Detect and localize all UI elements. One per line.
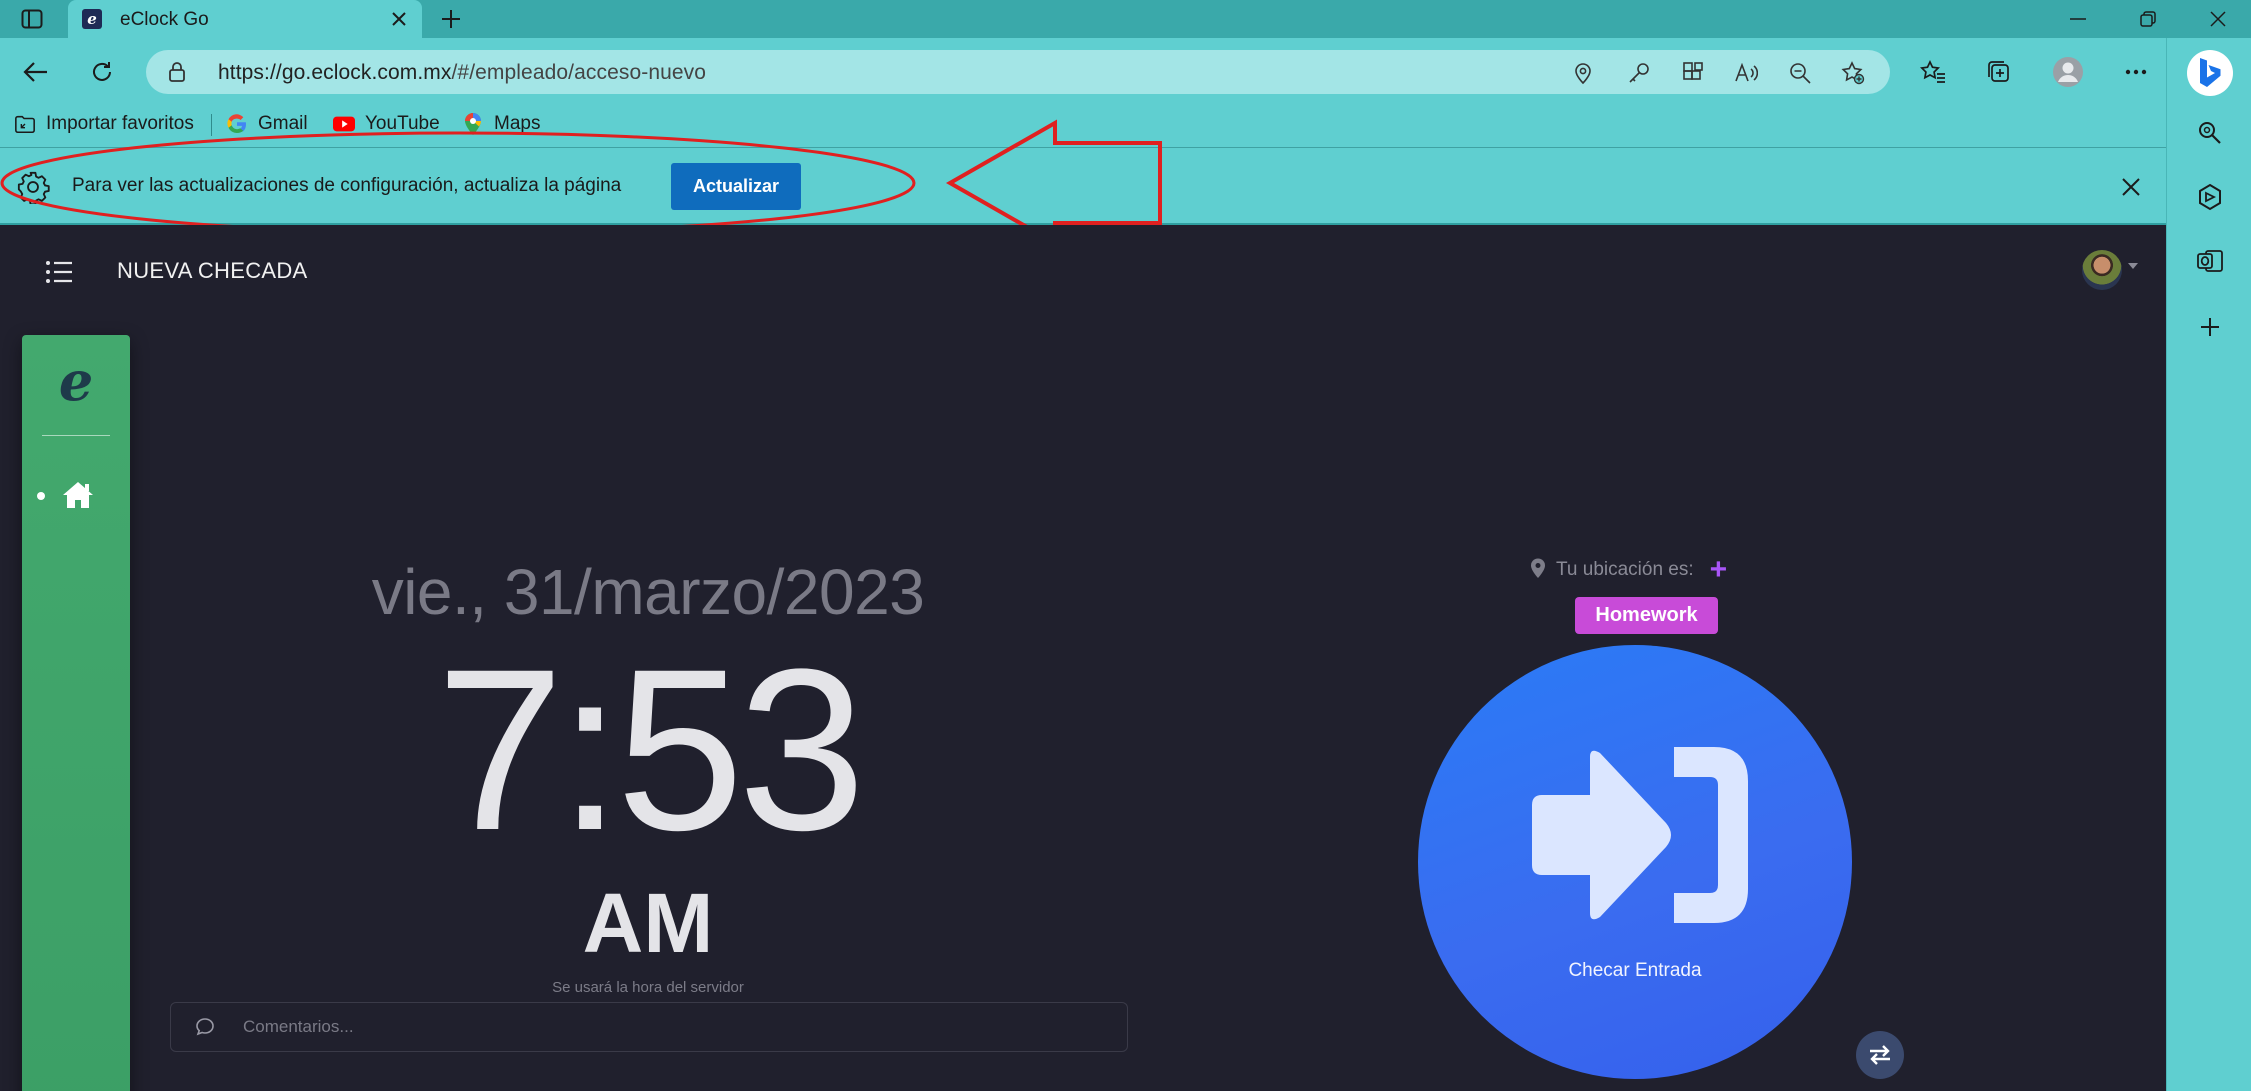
location-badge[interactable]: Homework: [1575, 597, 1718, 634]
back-arrow-icon[interactable]: [16, 52, 56, 92]
search-icon[interactable]: [2193, 116, 2227, 150]
comment-icon: [195, 1017, 215, 1042]
app-available-icon[interactable]: [1680, 60, 1706, 86]
sign-in-icon: [1532, 747, 1748, 923]
add-favorite-icon[interactable]: [1840, 60, 1866, 86]
location-label: Tu ubicación es:: [1556, 559, 1694, 580]
check-in-label: Checar Entrada: [1568, 960, 1702, 981]
bookmarks-bar: Importar favoritos Gmail YouTube Maps: [0, 104, 2166, 144]
check-in-button[interactable]: Checar Entrada: [1418, 645, 1852, 1079]
refresh-page-button[interactable]: Actualizar: [671, 163, 801, 210]
bookmark-gmail[interactable]: Gmail: [226, 108, 308, 140]
bookmark-separator: [211, 114, 212, 136]
bookmark-maps[interactable]: Maps: [462, 108, 540, 140]
url-host: https://go.eclock.com.mx: [218, 61, 452, 84]
password-key-icon[interactable]: [1626, 60, 1652, 86]
eclock-favicon-icon: e: [82, 9, 102, 29]
bookmark-youtube[interactable]: YouTube: [333, 108, 440, 140]
maps-icon: [462, 113, 484, 135]
sidebar-divider: [42, 435, 110, 436]
restore-icon[interactable]: [2126, 4, 2170, 34]
tab-close-icon[interactable]: [388, 8, 410, 30]
tab-eclock-go[interactable]: e eClock Go: [68, 0, 422, 38]
active-indicator-dot: [37, 492, 45, 500]
comments-input[interactable]: [243, 1011, 1103, 1043]
bookmark-label: Maps: [494, 113, 541, 134]
map-pin-icon: [1530, 557, 1546, 584]
location-permission-icon[interactable]: [1570, 60, 1596, 86]
gear-icon: [16, 170, 50, 209]
menu-list-icon[interactable]: [42, 255, 76, 289]
page-title: NUEVA CHECADA: [117, 258, 308, 283]
profile-avatar-icon[interactable]: [2048, 52, 2088, 92]
tab-actions-icon[interactable]: [14, 6, 50, 32]
server-time-note: Se usará la hora del servidor: [552, 979, 744, 996]
comments-field[interactable]: [170, 1002, 1128, 1052]
window-close-icon[interactable]: [2196, 4, 2240, 34]
app-sidebar: e: [22, 335, 130, 1091]
google-icon: [226, 113, 248, 135]
current-date: vie., 31/marzo/2023: [371, 556, 925, 628]
discover-icon[interactable]: [2193, 180, 2227, 214]
chevron-down-icon[interactable]: [2128, 263, 2138, 269]
location-row: Tu ubicación es: +: [1530, 555, 1727, 585]
bookmark-label: Importar favoritos: [46, 113, 194, 134]
outlook-icon[interactable]: [2193, 244, 2227, 278]
bookmark-label: Gmail: [258, 113, 308, 134]
close-notification-icon[interactable]: [2116, 172, 2146, 202]
new-tab-icon[interactable]: [436, 4, 466, 34]
add-location-button[interactable]: +: [1710, 555, 1728, 585]
more-options-icon[interactable]: [2116, 52, 2156, 92]
web-page: NUEVA CHECADA e vie., 31/marzo/2023 7:53…: [0, 225, 2166, 1091]
bookmark-import-favorites[interactable]: Importar favoritos: [14, 108, 194, 140]
minimize-icon[interactable]: [2056, 4, 2100, 34]
address-bar[interactable]: https://go.eclock.com.mx/#/empleado/acce…: [146, 50, 1890, 94]
collections-icon[interactable]: [1979, 52, 2019, 92]
import-favorites-icon: [14, 113, 36, 135]
bookmark-label: YouTube: [365, 113, 440, 134]
read-aloud-icon[interactable]: [1733, 60, 1759, 86]
browser-toolbar: https://go.eclock.com.mx/#/empleado/acce…: [0, 38, 2251, 104]
am-pm-indicator: AM: [582, 876, 714, 970]
add-sidebar-app-icon[interactable]: [2193, 310, 2227, 344]
url-text[interactable]: https://go.eclock.com.mx/#/empleado/acce…: [218, 61, 706, 85]
url-path: /#/empleado/acceso-nuevo: [451, 61, 707, 84]
zoom-out-icon[interactable]: [1787, 60, 1813, 86]
bing-copilot-icon[interactable]: [2187, 50, 2233, 96]
user-avatar[interactable]: [2082, 250, 2122, 290]
edge-sidebar: [2166, 38, 2251, 1091]
swap-arrows-icon[interactable]: [1856, 1031, 1904, 1079]
tab-strip: e eClock Go: [0, 0, 2251, 38]
notification-message: Para ver las actualizaciones de configur…: [72, 175, 622, 196]
eclock-logo[interactable]: e: [22, 353, 130, 409]
refresh-notification-bar: Para ver las actualizaciones de configur…: [0, 147, 2166, 225]
refresh-icon[interactable]: [82, 52, 122, 92]
home-icon[interactable]: [60, 478, 96, 512]
favorites-icon[interactable]: [1913, 52, 1953, 92]
tab-title: eClock Go: [120, 9, 209, 30]
current-time: 7:53: [436, 621, 866, 878]
youtube-icon: [333, 113, 355, 135]
lock-icon[interactable]: [168, 61, 186, 88]
